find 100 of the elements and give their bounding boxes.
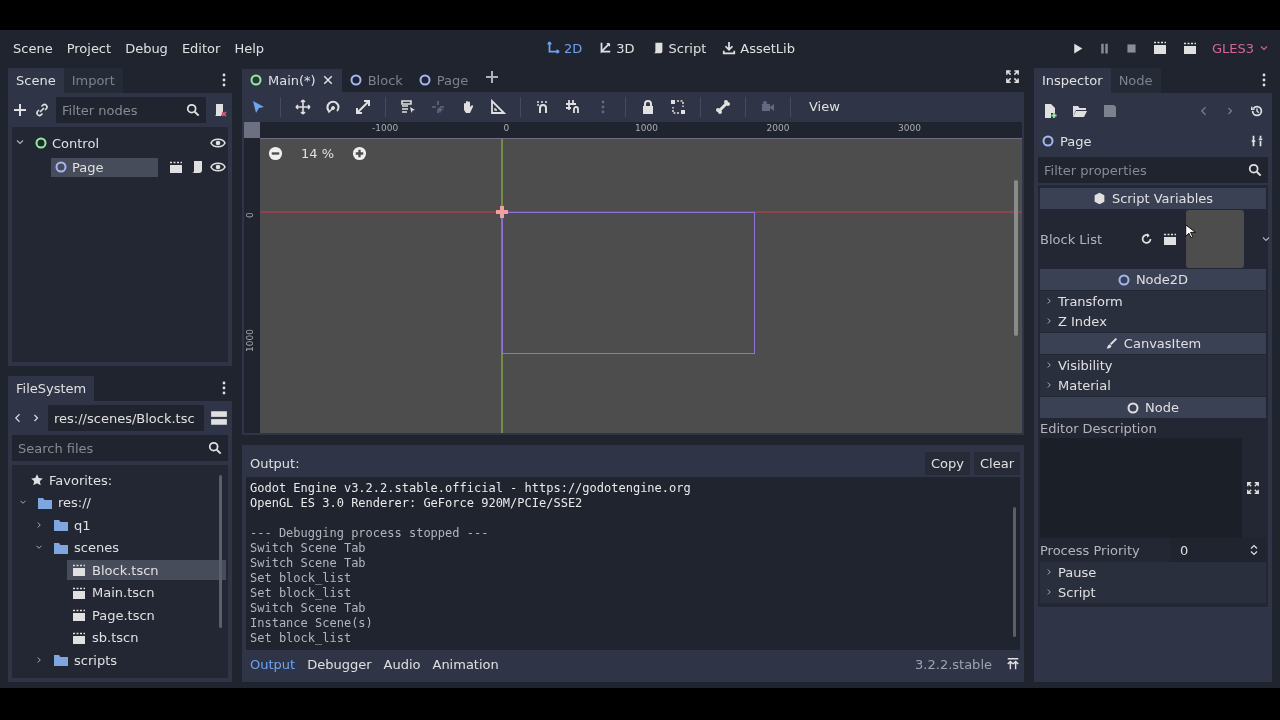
axes-icon	[598, 41, 613, 55]
file-item[interactable]: Page.tscn	[67, 605, 159, 626]
log-line: Set block_list	[250, 571, 353, 586]
zoom-in-icon[interactable]	[352, 145, 368, 161]
folder-icon	[53, 652, 69, 669]
workspace-button[interactable]: 2D	[540, 37, 589, 59]
node-circle-icon	[1117, 273, 1130, 286]
menu-item[interactable]: Scene	[6, 36, 60, 60]
filter-field[interactable]: Filter properties	[1038, 157, 1268, 183]
move-icon[interactable]	[295, 98, 311, 115]
clapper-play-icon[interactable]	[1151, 40, 1168, 56]
workspace-button[interactable]: 3D	[592, 37, 641, 59]
clapper-icon	[71, 562, 87, 579]
property-group[interactable]: Z Index	[1040, 311, 1266, 332]
log-line: Switch Scene Tab	[250, 541, 367, 556]
reset-icon[interactable]	[1140, 232, 1154, 246]
pin-icon[interactable]	[1006, 657, 1020, 671]
link-icon[interactable]	[34, 102, 50, 118]
tree-item[interactable]: Page	[51, 157, 158, 177]
property-group[interactable]: Transform	[1040, 291, 1266, 312]
search-icon	[1248, 163, 1262, 177]
tools-icon[interactable]	[1250, 134, 1264, 148]
clapper-icon[interactable]	[1162, 231, 1178, 247]
list-select-icon[interactable]	[400, 98, 416, 115]
layout-icon[interactable]	[210, 409, 228, 427]
workspace-button[interactable]: Script	[644, 37, 713, 59]
log-line: Set block_list	[250, 586, 353, 601]
dock-tab[interactable]: Import	[63, 68, 123, 93]
history-icon[interactable]	[1250, 104, 1264, 118]
number-field[interactable]: 0	[1170, 538, 1266, 562]
clapper-icon[interactable]	[1181, 40, 1198, 56]
dock-tab[interactable]: Scene	[8, 68, 64, 93]
category-header: Node	[1145, 400, 1179, 415]
dock-tab[interactable]: Node	[1110, 68, 1161, 93]
open-folder-icon[interactable]	[1072, 103, 1088, 119]
spinner-icon[interactable]	[1248, 543, 1260, 557]
log-line: Switch Scene Tab	[250, 556, 367, 571]
zoom-level[interactable]: 14 %	[301, 145, 335, 161]
workspace-button[interactable]: AssetLib	[716, 37, 801, 59]
property-group[interactable]: Pause	[1040, 562, 1266, 583]
ruler-label: -1000	[372, 122, 399, 133]
path-field[interactable]: res://scenes/Block.tsc	[48, 405, 204, 431]
ruler-icon[interactable]	[490, 98, 506, 115]
property-group[interactable]: Material	[1040, 375, 1266, 396]
menu-item[interactable]: Editor	[174, 36, 228, 60]
property-label: Block List	[1040, 231, 1104, 247]
menu-item[interactable]: Debug	[118, 36, 175, 60]
ruler-label: 0	[503, 122, 510, 133]
dock-tab[interactable]: FileSystem	[8, 376, 95, 401]
panel-tab[interactable]: Debugger	[303, 653, 376, 675]
add-icon[interactable]	[12, 102, 28, 118]
fullscreen-icon[interactable]	[1005, 68, 1020, 84]
zoom-out-icon[interactable]	[268, 145, 283, 161]
bone-icon[interactable]	[715, 98, 731, 115]
editor-tab[interactable]: Block	[341, 68, 411, 92]
clapper-icon	[71, 607, 87, 624]
search-field[interactable]: Search files	[12, 435, 228, 461]
script-clear-icon[interactable]	[212, 102, 228, 118]
tree-item[interactable]: Control	[31, 133, 103, 153]
close-icon[interactable]	[321, 74, 334, 87]
dock-tab[interactable]: Inspector	[1034, 68, 1111, 93]
grid-snap-icon[interactable]	[565, 98, 581, 115]
editor-tab[interactable]: Page	[410, 68, 477, 92]
expand-icon[interactable]	[1246, 481, 1260, 495]
group-icon[interactable]	[670, 98, 686, 115]
file-item[interactable]: q1	[49, 515, 95, 536]
property-group[interactable]: Script	[1040, 582, 1266, 603]
panel-tab[interactable]: Audio	[379, 653, 425, 675]
file-item[interactable]: scripts	[49, 650, 121, 671]
search-icon	[208, 441, 222, 455]
brush-icon	[1104, 337, 1118, 350]
property-group[interactable]: Visibility	[1040, 355, 1266, 376]
file-item[interactable]: Main.tscn	[67, 582, 159, 603]
scale-icon[interactable]	[355, 98, 371, 115]
log-line: Switch Scene Tab	[250, 601, 367, 616]
stop-icon[interactable]	[1124, 41, 1138, 55]
file-item[interactable]: Block.tscn	[67, 560, 226, 581]
output-button[interactable]: Copy	[925, 451, 970, 475]
filter-field[interactable]: Filter nodes	[56, 97, 206, 123]
lock-icon[interactable]	[640, 98, 656, 115]
view-menu[interactable]: View	[805, 97, 844, 117]
menu-item[interactable]: Help	[227, 36, 271, 60]
add-tab-icon[interactable]	[484, 68, 501, 85]
save-icon[interactable]	[1102, 103, 1118, 119]
panel-tab[interactable]: Animation	[428, 653, 503, 675]
rotate-icon[interactable]	[325, 98, 341, 115]
favorites-label[interactable]: Favorites:	[49, 472, 113, 488]
panel-tab[interactable]: Output	[246, 653, 300, 675]
new-resource-icon[interactable]	[1042, 103, 1058, 119]
menu-item[interactable]: Project	[59, 36, 119, 60]
select-icon[interactable]	[250, 98, 266, 115]
file-item[interactable]: scenes	[49, 537, 123, 558]
canvas-viewport[interactable]: -1000 0 1000 2000 3000 0 1000 14 %	[244, 121, 1022, 434]
file-item[interactable]: sb.tscn	[67, 627, 143, 648]
output-button[interactable]: Clear	[974, 451, 1020, 475]
editor-tab[interactable]: Main(*)	[242, 68, 342, 92]
clapper-icon[interactable]	[168, 159, 184, 175]
file-item[interactable]: res://	[33, 492, 95, 513]
cursor-icon	[1184, 222, 1198, 240]
renderer-dropdown[interactable]: GLES3	[1211, 40, 1270, 56]
